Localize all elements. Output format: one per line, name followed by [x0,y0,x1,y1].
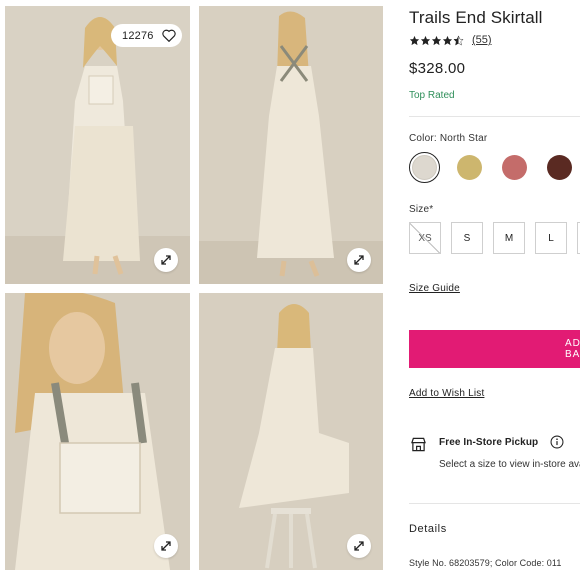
product-photo-back[interactable] [199,6,383,284]
product-gallery: 12276 [0,0,388,580]
favorites-count: 12276 [122,29,154,42]
product-rating[interactable]: (55) [409,34,492,46]
star-half-icon [453,34,464,46]
star-icon [409,35,420,45]
star-icon [442,35,453,45]
expand-image-button[interactable] [347,534,371,558]
product-title: Trails End Skirtall [409,8,543,27]
product-photo-front[interactable]: 12276 [5,6,190,284]
swatch-north-star[interactable] [409,152,440,183]
heart-icon [161,29,176,42]
size-option-l[interactable]: L [535,222,567,254]
product-photo-closeup[interactable] [5,293,190,570]
model-image [199,293,383,570]
product-info-panel: Trails End Skirtall (55) $328.00 Top Rat… [409,0,580,580]
store-icon [411,437,426,452]
info-icon[interactable] [550,435,564,449]
style-number: Style No. 68203579; Color Code: 011 [409,558,562,568]
size-option-s[interactable]: S [451,222,483,254]
expand-icon [354,541,364,551]
size-guide-link[interactable]: Size Guide [409,283,460,294]
rating-stars [409,34,464,46]
model-image [5,293,190,570]
expand-icon [354,255,364,265]
product-price: $328.00 [409,60,466,77]
expand-image-button[interactable] [154,248,178,272]
pickup-title: Free In-Store Pickup [439,437,539,448]
divider [409,503,580,504]
size-selector: XS S M L XL [409,222,580,254]
model-image [5,6,190,284]
divider [409,116,580,117]
star-icon [420,35,431,45]
add-to-wish-list-link[interactable]: Add to Wish List [409,388,484,399]
pickup-availability-text: Select a size to view in-store availabil… [439,459,580,470]
top-rated-badge: Top Rated [409,90,455,101]
star-icon [431,35,442,45]
expand-image-button[interactable] [154,534,178,558]
details-heading[interactable]: Details [409,523,447,535]
swatch-brown[interactable] [544,152,575,183]
expand-image-button[interactable] [347,248,371,272]
favorite-button[interactable]: 12276 [111,24,182,47]
swatch-yellow[interactable] [454,152,485,183]
product-photo-seated[interactable] [199,293,383,570]
add-to-bag-button[interactable]: ADD TO BAG [409,330,580,368]
expand-icon [161,255,171,265]
review-count-link[interactable]: (55) [472,34,492,46]
expand-icon [161,541,171,551]
color-swatches [409,152,575,183]
size-option-m[interactable]: M [493,222,525,254]
size-label: Size* [409,204,434,215]
color-label: Color: North Star [409,133,488,144]
model-image [199,6,383,284]
swatch-rose[interactable] [499,152,530,183]
size-option-xs[interactable]: XS [409,222,441,254]
